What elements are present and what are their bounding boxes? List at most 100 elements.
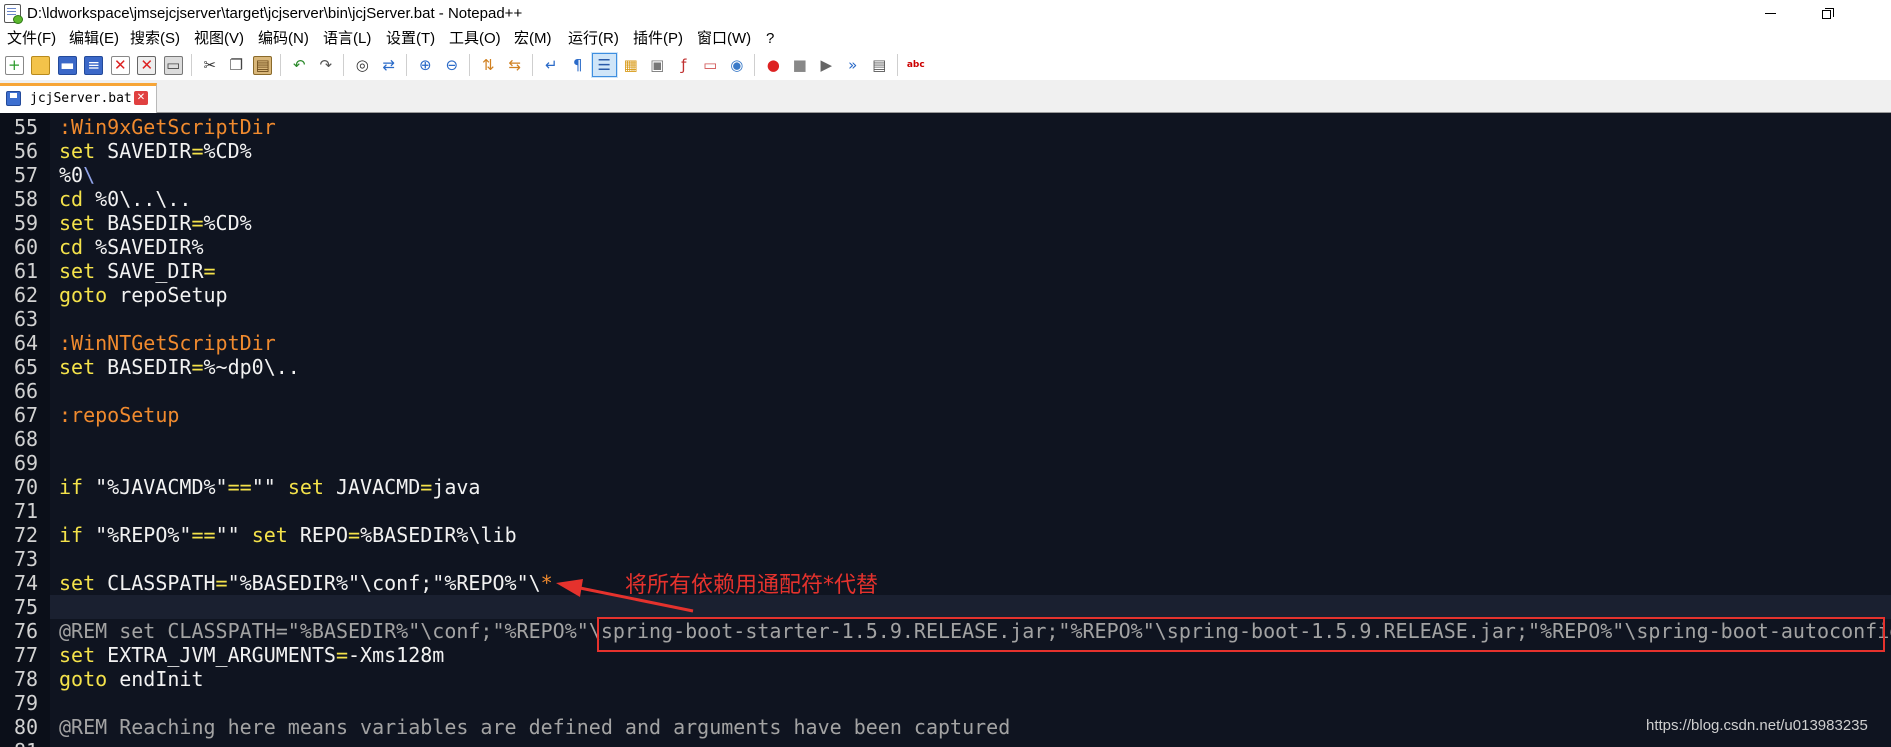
code-token[interactable]: java bbox=[432, 475, 480, 499]
code-token[interactable]: SAVEDIR bbox=[95, 139, 191, 163]
user-defined-language-button[interactable]: ▦ bbox=[618, 52, 645, 78]
menu-file[interactable]: 文件(F) bbox=[7, 27, 56, 50]
code-line[interactable]: 72 if "%REPO%"=="" set REPO=%BASEDIR%\lib bbox=[0, 523, 1891, 547]
code-token[interactable]: set bbox=[59, 355, 95, 379]
code-line[interactable]: 69 bbox=[0, 451, 1891, 475]
zoom-in-button[interactable]: ⊕ bbox=[412, 52, 439, 78]
code-line[interactable]: 67:repoSetup bbox=[0, 403, 1891, 427]
code-token[interactable]: EXTRA_JVM_ARGUMENTS bbox=[95, 643, 336, 667]
code-text[interactable]: set SAVEDIR=%CD% bbox=[50, 139, 1891, 163]
code-token[interactable]: REPO bbox=[288, 523, 348, 547]
code-text[interactable] bbox=[50, 427, 1891, 451]
find-button[interactable]: ◎ bbox=[349, 52, 376, 78]
code-token[interactable]: :Win9xGetScriptDir bbox=[59, 115, 276, 139]
code-token[interactable]: %SAVEDIR% bbox=[83, 235, 203, 259]
code-text[interactable]: cd %0\..\.. bbox=[50, 187, 1891, 211]
notepad-plus-plus-icon[interactable] bbox=[4, 4, 23, 24]
code-text[interactable]: @REM Reaching here means variables are d… bbox=[50, 715, 1891, 739]
code-token[interactable]: set bbox=[59, 211, 95, 235]
close-all-button[interactable]: ✕ bbox=[134, 52, 161, 78]
code-line[interactable]: 62 goto repoSetup bbox=[0, 283, 1891, 307]
indent-guide-button[interactable]: ☰ bbox=[591, 52, 618, 78]
code-line[interactable]: 55:Win9xGetScriptDir bbox=[0, 115, 1891, 139]
code-token[interactable]: = bbox=[420, 475, 432, 499]
code-token[interactable]: = bbox=[336, 643, 348, 667]
code-token[interactable]: -Xms128m bbox=[348, 643, 444, 667]
code-token[interactable]: "%REPO%" bbox=[83, 523, 191, 547]
code-token[interactable]: :WinNTGetScriptDir bbox=[59, 331, 276, 355]
code-token[interactable]: CLASSPATH bbox=[95, 571, 215, 595]
code-token[interactable]: endInit bbox=[107, 667, 203, 691]
code-token[interactable]: = bbox=[348, 523, 360, 547]
code-token[interactable]: @REM Reaching here means variables are d… bbox=[59, 715, 1010, 739]
menu-settings[interactable]: 设置(T) bbox=[386, 27, 435, 50]
code-token[interactable]: set bbox=[59, 259, 95, 283]
copy-button[interactable]: ❐ bbox=[223, 52, 250, 78]
code-text[interactable]: :Win9xGetScriptDir bbox=[50, 115, 1891, 139]
tab-jcjserver-bat[interactable]: jcjServer.bat ✕ bbox=[0, 83, 157, 113]
redo-button[interactable]: ↷ bbox=[313, 52, 340, 78]
code-token[interactable]: "" bbox=[216, 523, 252, 547]
code-token[interactable]: if bbox=[59, 475, 83, 499]
sync-vertical-scroll-button[interactable]: ⇅ bbox=[475, 52, 502, 78]
code-line[interactable]: 58 cd %0\..\.. bbox=[0, 187, 1891, 211]
code-token[interactable]: == bbox=[228, 475, 252, 499]
sync-horizontal-scroll-button[interactable]: ⇆ bbox=[502, 52, 529, 78]
code-token[interactable]: BASEDIR bbox=[95, 355, 191, 379]
word-wrap-button[interactable]: ↵ bbox=[538, 52, 565, 78]
code-token[interactable]: cd bbox=[59, 235, 83, 259]
code-token[interactable]: BASEDIR bbox=[95, 211, 191, 235]
code-text[interactable]: set BASEDIR=%~dp0\.. bbox=[50, 355, 1891, 379]
code-line[interactable]: 70 if "%JAVACMD%"=="" set JAVACMD=java bbox=[0, 475, 1891, 499]
code-line[interactable]: 78 goto endInit bbox=[0, 667, 1891, 691]
code-text[interactable] bbox=[50, 595, 1891, 619]
menu-encoding[interactable]: 编码(N) bbox=[258, 27, 309, 50]
code-token[interactable]: = bbox=[191, 139, 203, 163]
replace-button[interactable]: ⇄ bbox=[376, 52, 403, 78]
code-token[interactable]: = bbox=[216, 571, 228, 595]
code-text[interactable]: set BASEDIR=%CD% bbox=[50, 211, 1891, 235]
stop-recording-button[interactable]: ■ bbox=[787, 52, 814, 78]
menu-view[interactable]: 视图(V) bbox=[194, 27, 244, 50]
code-token[interactable]: %0 bbox=[59, 163, 83, 187]
code-text[interactable] bbox=[50, 547, 1891, 571]
zoom-out-button[interactable]: ⊖ bbox=[439, 52, 466, 78]
code-line[interactable]: 60 cd %SAVEDIR% bbox=[0, 235, 1891, 259]
new-file-button[interactable]: + bbox=[1, 52, 28, 78]
code-token[interactable]: == bbox=[191, 523, 215, 547]
code-line[interactable]: 59 set BASEDIR=%CD% bbox=[0, 211, 1891, 235]
code-token[interactable]: set bbox=[252, 523, 288, 547]
code-token[interactable]: %0\..\.. bbox=[83, 187, 191, 211]
code-line[interactable]: 63 bbox=[0, 307, 1891, 331]
code-token[interactable]: = bbox=[191, 211, 203, 235]
code-token[interactable]: set bbox=[59, 643, 95, 667]
code-token[interactable]: %BASEDIR%\lib bbox=[360, 523, 517, 547]
playback-button[interactable]: ▶ bbox=[813, 52, 840, 78]
code-token[interactable]: %~dp0\.. bbox=[204, 355, 300, 379]
menu-language[interactable]: 语言(L) bbox=[323, 27, 371, 50]
code-token[interactable]: repoSetup bbox=[107, 283, 227, 307]
code-line[interactable]: 61 set SAVE_DIR= bbox=[0, 259, 1891, 283]
paste-button[interactable]: ▤ bbox=[250, 52, 277, 78]
print-button[interactable]: ▭ bbox=[160, 52, 187, 78]
code-token[interactable]: = bbox=[204, 259, 216, 283]
code-text[interactable]: set SAVE_DIR= bbox=[50, 259, 1891, 283]
menu-edit[interactable]: 编辑(E) bbox=[69, 27, 119, 50]
save-macro-button[interactable]: ▤ bbox=[866, 52, 893, 78]
code-text[interactable]: set CLASSPATH="%BASEDIR%"\conf;"%REPO%"\… bbox=[50, 571, 1891, 595]
close-button[interactable]: ✕ bbox=[107, 52, 134, 78]
code-token[interactable]: cd bbox=[59, 187, 83, 211]
code-token[interactable]: :repoSetup bbox=[59, 403, 179, 427]
code-line[interactable]: 80 @REM Reaching here means variables are… bbox=[0, 715, 1891, 739]
close-tab-icon[interactable]: ✕ bbox=[134, 91, 148, 105]
code-token[interactable]: %CD% bbox=[204, 211, 252, 235]
code-line[interactable]: 57 %0\ bbox=[0, 163, 1891, 187]
code-line[interactable]: 64:WinNTGetScriptDir bbox=[0, 331, 1891, 355]
code-token[interactable]: \ bbox=[83, 163, 95, 187]
document-monitor-button[interactable]: ◉ bbox=[724, 52, 751, 78]
undo-button[interactable]: ↶ bbox=[286, 52, 313, 78]
record-macro-button[interactable]: ● bbox=[760, 52, 787, 78]
menu-tools[interactable]: 工具(O) bbox=[449, 27, 501, 50]
document-map-button[interactable]: ▣ bbox=[644, 52, 671, 78]
code-line[interactable]: 56 set SAVEDIR=%CD% bbox=[0, 139, 1891, 163]
